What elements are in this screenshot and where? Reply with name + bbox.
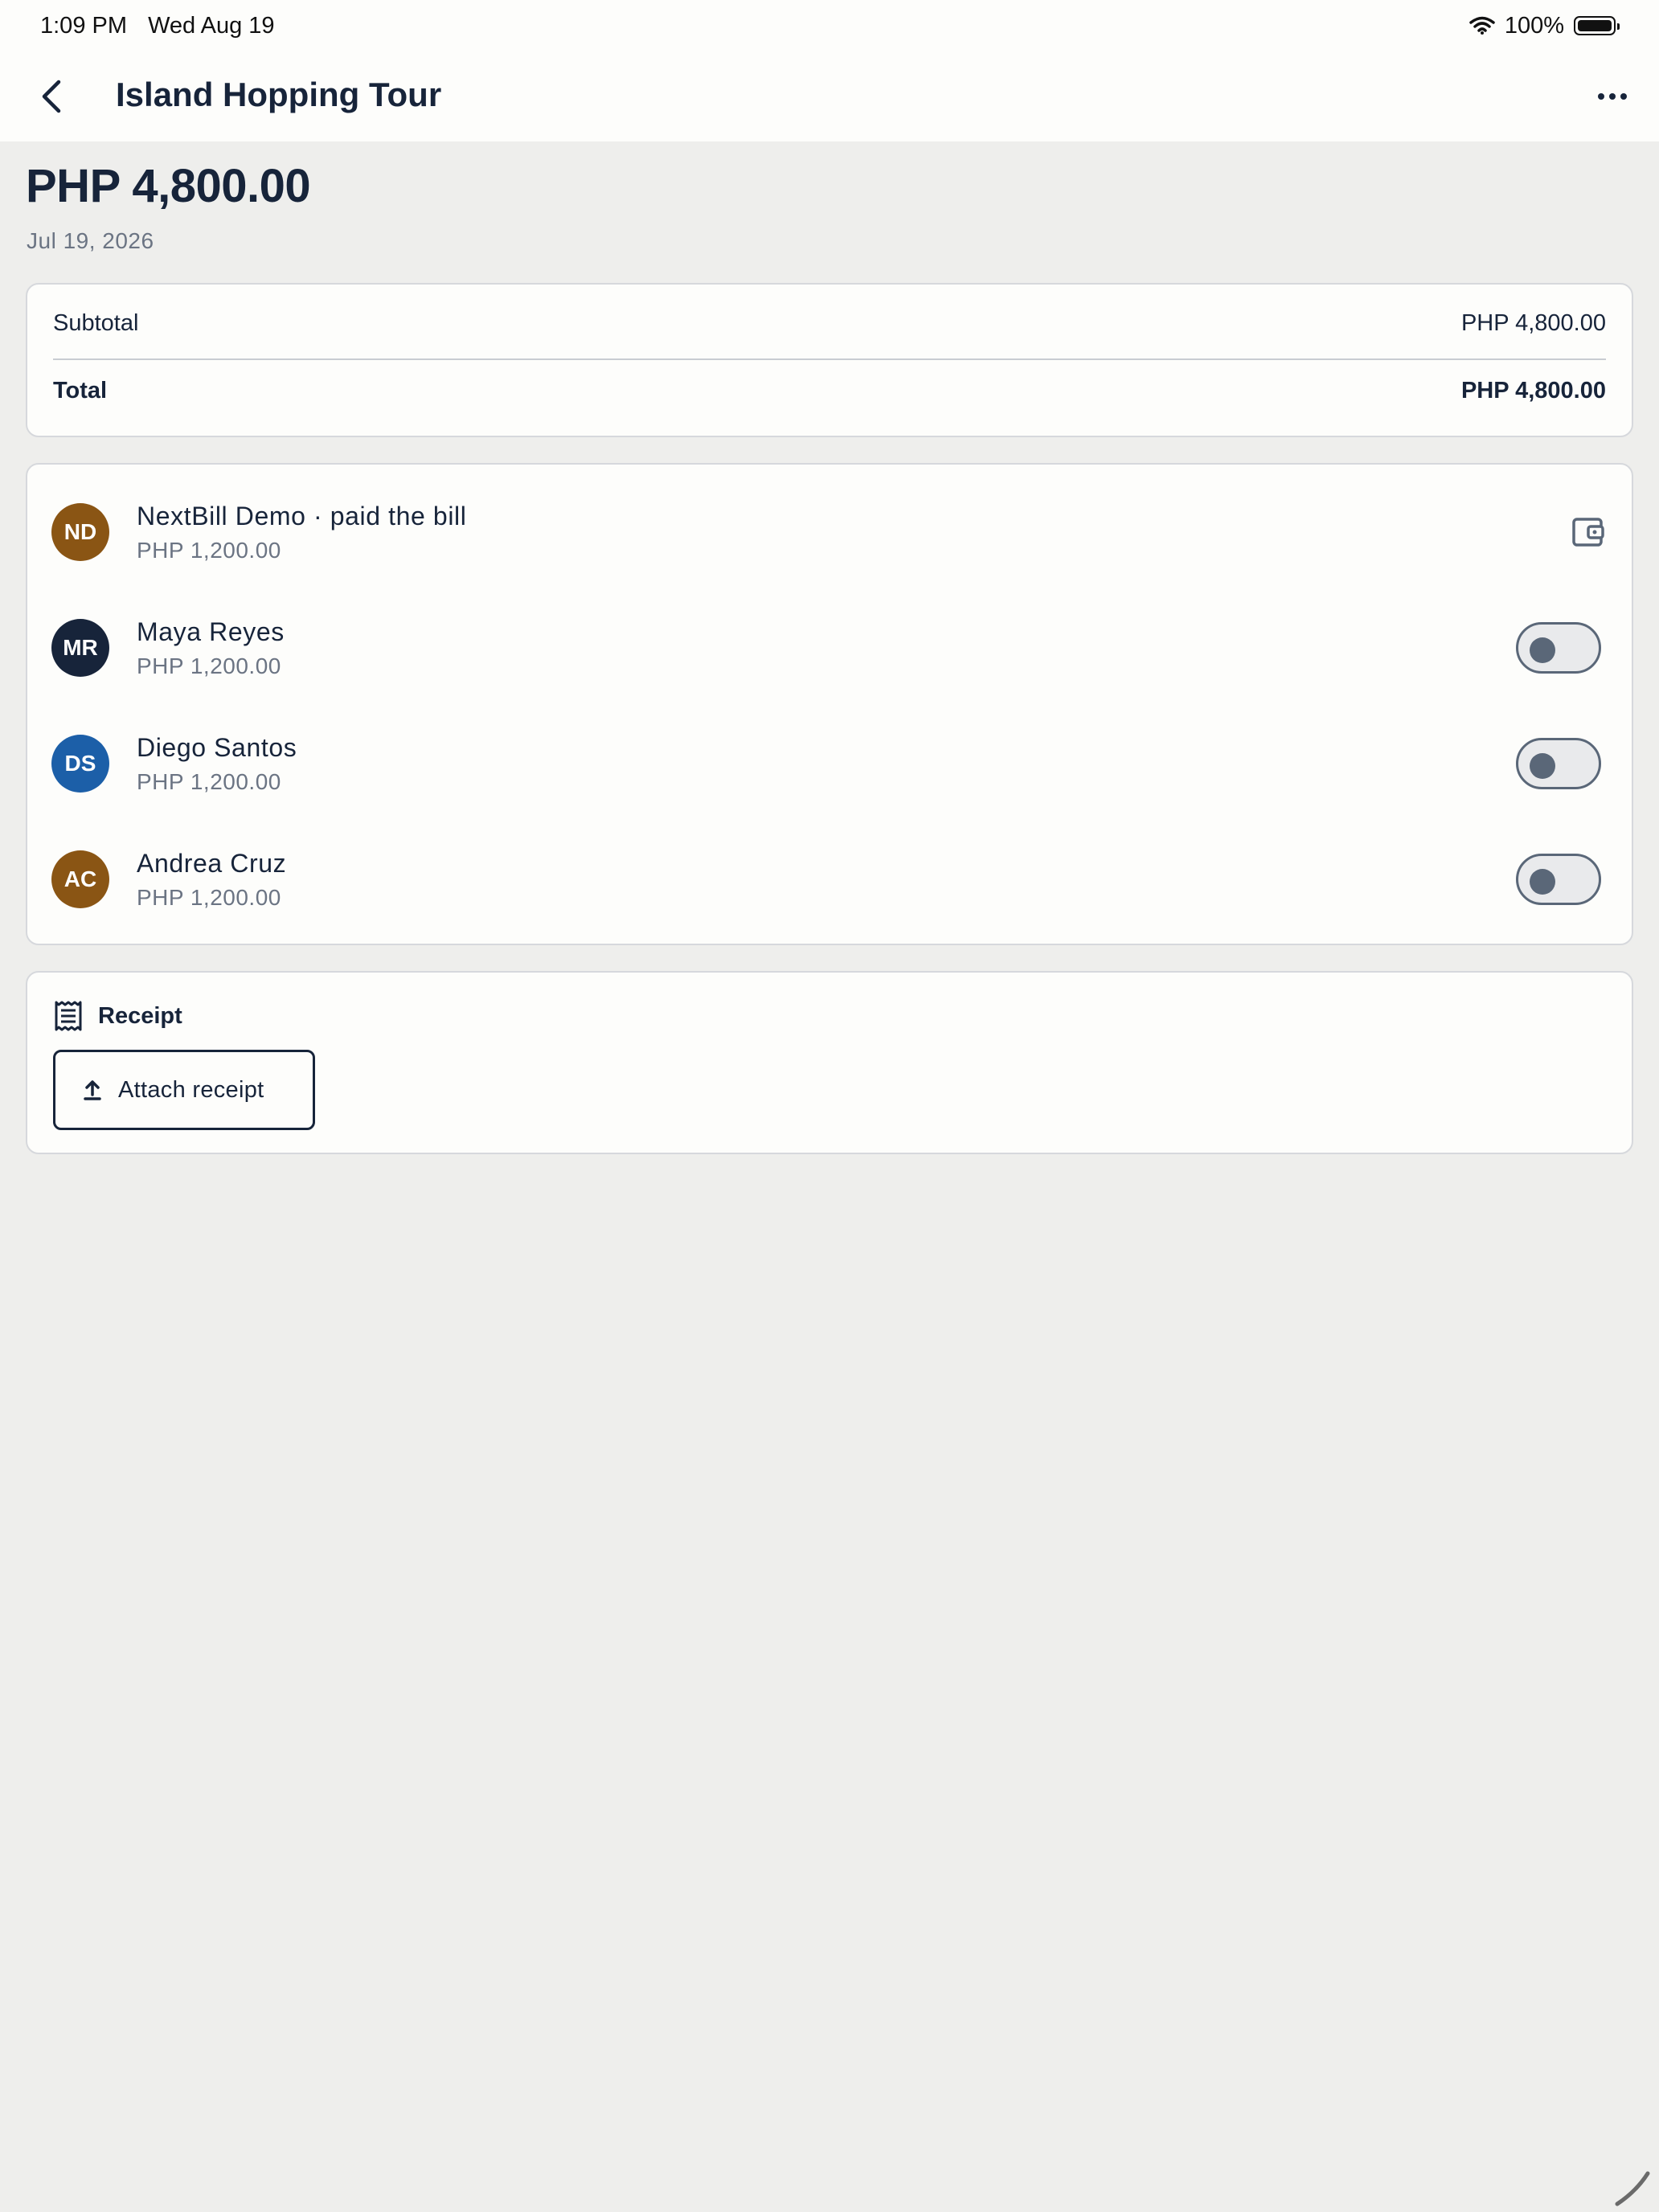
bill-date: Jul 19, 2026 bbox=[27, 228, 154, 253]
participant-amount: PHP 1,200.00 bbox=[137, 537, 281, 563]
status-left: 1:09 PM Wed Aug 19 bbox=[40, 13, 289, 39]
receipt-title: Receipt bbox=[98, 1002, 182, 1029]
avatar: ND bbox=[51, 503, 109, 561]
pencil-hover-icon bbox=[1615, 2171, 1650, 2206]
avatar: AC bbox=[51, 850, 109, 908]
settled-toggle[interactable] bbox=[1516, 622, 1601, 674]
participant-text: NextBill Demo · paid the bill PHP 1,200.… bbox=[137, 502, 466, 563]
participant-text: Diego Santos PHP 1,200.00 bbox=[137, 733, 297, 795]
chevron-left-icon bbox=[42, 80, 61, 113]
attach-receipt-label: Attach receipt bbox=[118, 1076, 264, 1103]
settled-toggle[interactable] bbox=[1516, 738, 1601, 789]
toggle-knob bbox=[1530, 869, 1555, 895]
total-label: Total bbox=[53, 377, 108, 403]
avatar: MR bbox=[51, 619, 109, 677]
totals-card: Subtotal PHP 4,800.00 Total PHP 4,800.00 bbox=[26, 283, 1633, 437]
participant-row-payer: ND NextBill Demo · paid the bill PHP 1,2… bbox=[27, 474, 1632, 590]
participant-name: Diego Santos bbox=[137, 732, 297, 762]
participant-row: AC Andrea Cruz PHP 1,200.00 bbox=[27, 821, 1632, 937]
subtotal-row: Subtotal PHP 4,800.00 bbox=[53, 285, 1606, 360]
receipt-card: Receipt Attach receipt bbox=[26, 971, 1633, 1154]
participants-card: ND NextBill Demo · paid the bill PHP 1,2… bbox=[26, 463, 1633, 945]
receipt-icon bbox=[55, 1001, 82, 1031]
toggle-knob bbox=[1530, 637, 1555, 663]
receipt-header: Receipt bbox=[53, 1000, 182, 1032]
participant-row: DS Diego Santos PHP 1,200.00 bbox=[27, 706, 1632, 821]
nav-bar: Island Hopping Tour bbox=[0, 51, 1659, 141]
toggle-knob bbox=[1530, 753, 1555, 779]
back-button[interactable] bbox=[29, 74, 74, 119]
participant-name: NextBill Demo · paid the bill bbox=[137, 501, 467, 530]
page-title: Island Hopping Tour bbox=[116, 76, 442, 113]
status-date: Wed Aug 19 bbox=[148, 12, 275, 39]
status-right: 100% bbox=[1469, 12, 1620, 39]
total-value: PHP 4,800.00 bbox=[1460, 377, 1606, 403]
participant-amount: PHP 1,200.00 bbox=[137, 884, 281, 910]
status-time: 1:09 PM bbox=[40, 12, 127, 39]
upload-icon bbox=[84, 1080, 101, 1100]
total-row: Total PHP 4,800.00 bbox=[53, 360, 1606, 424]
participant-name: Maya Reyes bbox=[137, 616, 285, 646]
wallet-icon[interactable] bbox=[1571, 514, 1606, 550]
ellipsis-icon bbox=[1598, 93, 1604, 100]
battery-icon bbox=[1574, 16, 1620, 35]
participant-name: Andrea Cruz bbox=[137, 848, 287, 878]
status-bar: 1:09 PM Wed Aug 19 100% bbox=[0, 0, 1659, 51]
participant-row: MR Maya Reyes PHP 1,200.00 bbox=[27, 590, 1632, 706]
participant-amount: PHP 1,200.00 bbox=[137, 768, 281, 794]
battery-percent: 100% bbox=[1504, 12, 1564, 39]
more-options-button[interactable] bbox=[1588, 74, 1636, 119]
participant-text: Maya Reyes PHP 1,200.00 bbox=[137, 617, 285, 679]
participant-amount: PHP 1,200.00 bbox=[137, 653, 281, 678]
settled-toggle[interactable] bbox=[1516, 854, 1601, 905]
avatar: DS bbox=[51, 735, 109, 793]
battery-level bbox=[1578, 20, 1612, 31]
subtotal-value: PHP 4,800.00 bbox=[1460, 309, 1606, 336]
bill-amount: PHP 4,800.00 bbox=[26, 160, 311, 212]
attach-receipt-button[interactable]: Attach receipt bbox=[53, 1050, 315, 1130]
wifi-icon bbox=[1469, 16, 1495, 35]
subtotal-label: Subtotal bbox=[53, 309, 139, 336]
participant-text: Andrea Cruz PHP 1,200.00 bbox=[137, 849, 286, 911]
